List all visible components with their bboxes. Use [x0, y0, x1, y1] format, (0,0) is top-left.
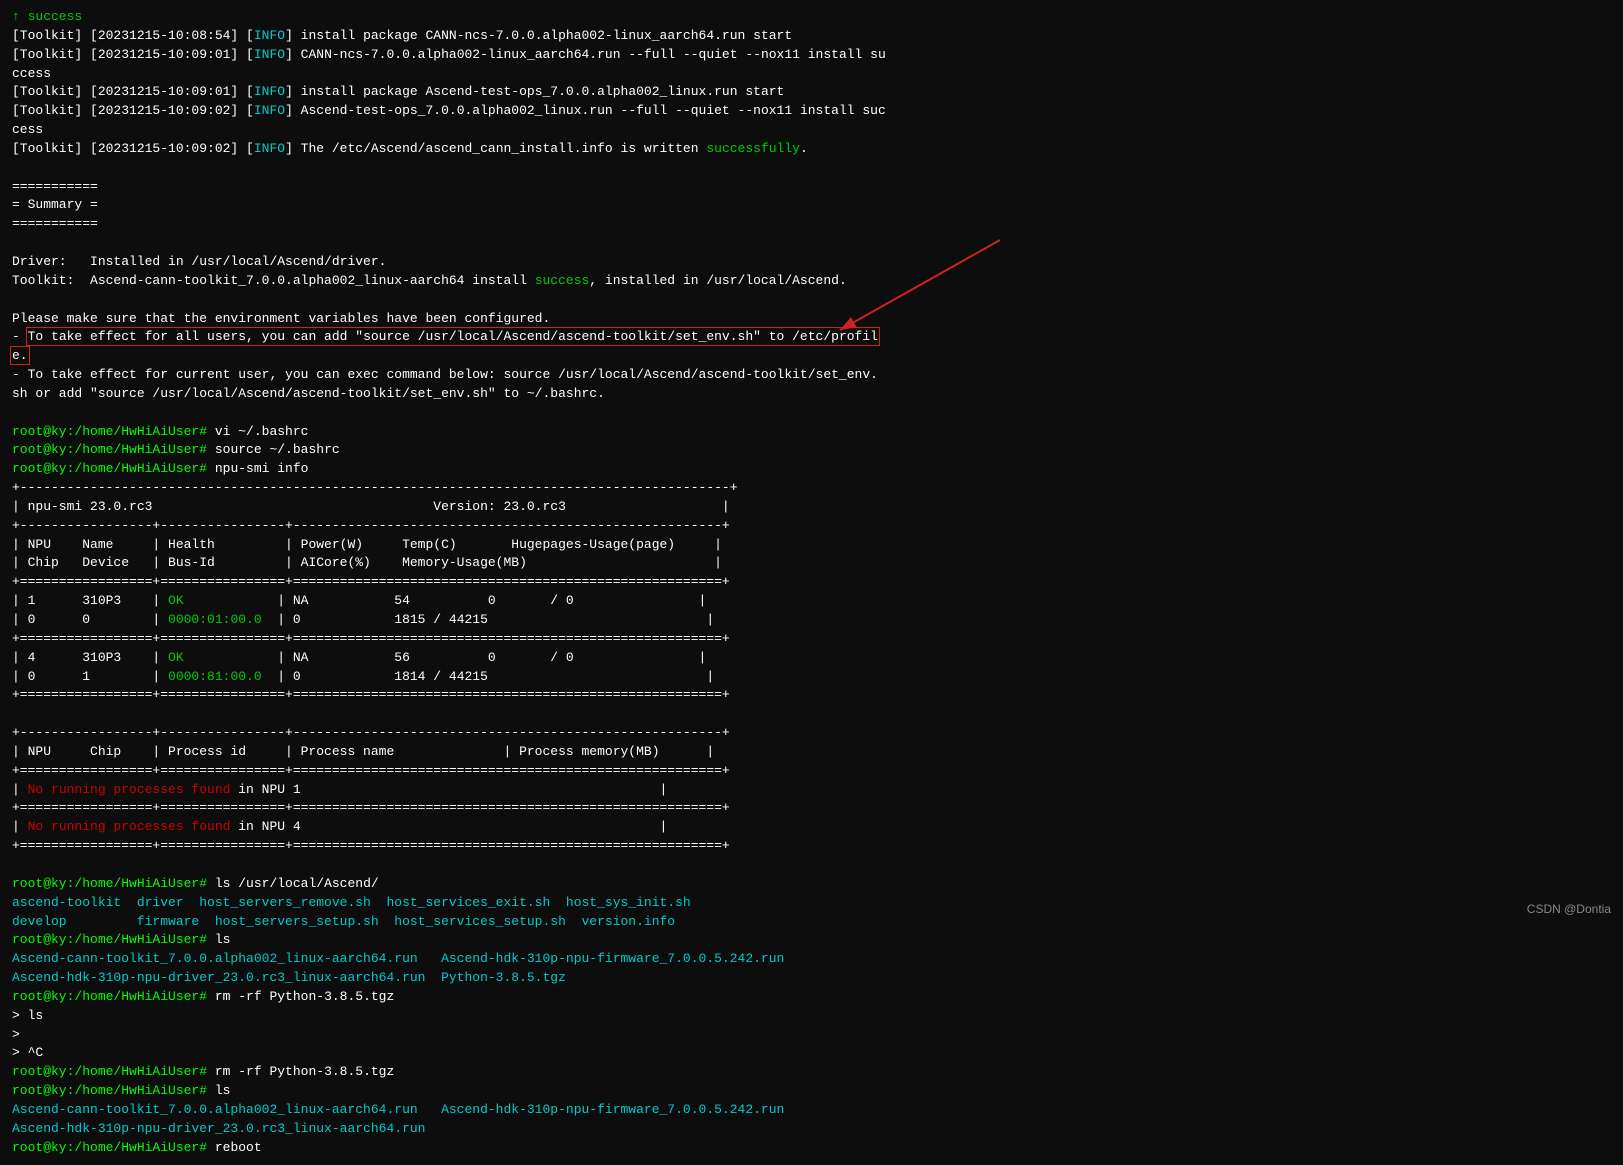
table-border-5: +=================+================+====…: [12, 686, 1611, 705]
line-ls-result-2: develop firmware host_servers_setup.sh h…: [12, 913, 1611, 932]
table-header-1: | NPU Name | Health | Power(W) Temp(C) H…: [12, 536, 1611, 555]
table-row-2a: | 4 310P3 | OK | NA 56 0 / 0 |: [12, 649, 1611, 668]
table-header-2: | Chip Device | Bus-Id | AICore(%) Memor…: [12, 554, 1611, 573]
table-proc-npu1: | No running processes found in NPU 1 |: [12, 781, 1611, 800]
line-22: [12, 404, 1611, 423]
table-border-1: +---------------------------------------…: [12, 479, 1611, 498]
line-24: root@ky:/home/HwHiAiUser# source ~/.bash…: [12, 441, 1611, 460]
line-10: ===========: [12, 178, 1611, 197]
line-23: root@ky:/home/HwHiAiUser# vi ~/.bashrc: [12, 423, 1611, 442]
line-13: [12, 234, 1611, 253]
line-14: Driver: Installed in /usr/local/Ascend/d…: [12, 253, 1611, 272]
line-rm-python: root@ky:/home/HwHiAiUser# rm -rf Python-…: [12, 988, 1611, 1007]
line-25: root@ky:/home/HwHiAiUser# npu-smi info: [12, 460, 1611, 479]
table-proc-border-2: +=================+================+====…: [12, 762, 1611, 781]
line-16: [12, 291, 1611, 310]
line-prompt-ls: > ls: [12, 1007, 1611, 1026]
line-19: e.: [12, 347, 1611, 366]
table-proc-border-4: +=================+================+====…: [12, 837, 1611, 856]
table-proc-header: | NPU Chip | Process id | Process name |…: [12, 743, 1611, 762]
table-border-2: +-----------------+----------------+----…: [12, 517, 1611, 536]
line-21: sh or add "source /usr/local/Ascend/asce…: [12, 385, 1611, 404]
line-9: [12, 159, 1611, 178]
line-ls-ascend: root@ky:/home/HwHiAiUser# ls /usr/local/…: [12, 875, 1611, 894]
line-2: [Toolkit] [20231215-10:08:54] [INFO] ins…: [12, 27, 1611, 46]
line-ls-result-1: ascend-toolkit driver host_servers_remov…: [12, 894, 1611, 913]
table-row-1b: | 0 0 | 0000:01:00.0 | 0 1815 / 44215 |: [12, 611, 1611, 630]
terminal: ↑ success [Toolkit] [20231215-10:08:54] …: [0, 0, 1623, 1165]
highlight-box-2: e.: [12, 348, 28, 363]
line-ls-home: root@ky:/home/HwHiAiUser# ls: [12, 931, 1611, 950]
line-rm-python-2: root@ky:/home/HwHiAiUser# rm -rf Python-…: [12, 1063, 1611, 1082]
line-ls-final: root@ky:/home/HwHiAiUser# ls: [12, 1082, 1611, 1101]
line-12: ===========: [12, 215, 1611, 234]
line-15: Toolkit: Ascend-cann-toolkit_7.0.0.alpha…: [12, 272, 1611, 291]
line-7: cess: [12, 121, 1611, 140]
table-row-1a: | 1 310P3 | OK | NA 54 0 / 0 |: [12, 592, 1611, 611]
line-8: [Toolkit] [20231215-10:09:02] [INFO] The…: [12, 140, 1611, 159]
line-4: ccess: [12, 65, 1611, 84]
line-after-table: [12, 856, 1611, 875]
line-reboot: root@ky:/home/HwHiAiUser# reboot: [12, 1139, 1611, 1158]
line-ls-final-result-2: Ascend-hdk-310p-npu-driver_23.0.rc3_linu…: [12, 1120, 1611, 1139]
line-6: [Toolkit] [20231215-10:09:02] [INFO] Asc…: [12, 102, 1611, 121]
table-proc-border-1: +-----------------+----------------+----…: [12, 724, 1611, 743]
line-prompt-ctrl-c: > ^C: [12, 1044, 1611, 1063]
table-version: | npu-smi 23.0.rc3 Version: 23.0.rc3 |: [12, 498, 1611, 517]
highlight-box: To take effect for all users, you can ad…: [28, 329, 878, 344]
table-border-4: +=================+================+====…: [12, 630, 1611, 649]
watermark: CSDN @Dontia: [1527, 901, 1611, 918]
table-proc-npu4: | No running processes found in NPU 4 |: [12, 818, 1611, 837]
table-row-2b: | 0 1 | 0000:81:00.0 | 0 1814 / 44215 |: [12, 668, 1611, 687]
line-17: Please make sure that the environment va…: [12, 310, 1611, 329]
line-18: - To take effect for all users, you can …: [12, 328, 1611, 347]
table-border-3: +=================+================+====…: [12, 573, 1611, 592]
line-ls-final-result-1: Ascend-cann-toolkit_7.0.0.alpha002_linux…: [12, 1101, 1611, 1120]
line-ls-home-result-1: Ascend-cann-toolkit_7.0.0.alpha002_linux…: [12, 950, 1611, 969]
line-1: ↑ success: [12, 8, 1611, 27]
table-proc-border-3: +=================+================+====…: [12, 799, 1611, 818]
line-20: - To take effect for current user, you c…: [12, 366, 1611, 385]
line-11: = Summary =: [12, 196, 1611, 215]
line-3: [Toolkit] [20231215-10:09:01] [INFO] CAN…: [12, 46, 1611, 65]
line-ls-home-result-2: Ascend-hdk-310p-npu-driver_23.0.rc3_linu…: [12, 969, 1611, 988]
table-spacer: [12, 705, 1611, 724]
line-prompt-empty: >: [12, 1026, 1611, 1045]
line-5: [Toolkit] [20231215-10:09:01] [INFO] ins…: [12, 83, 1611, 102]
